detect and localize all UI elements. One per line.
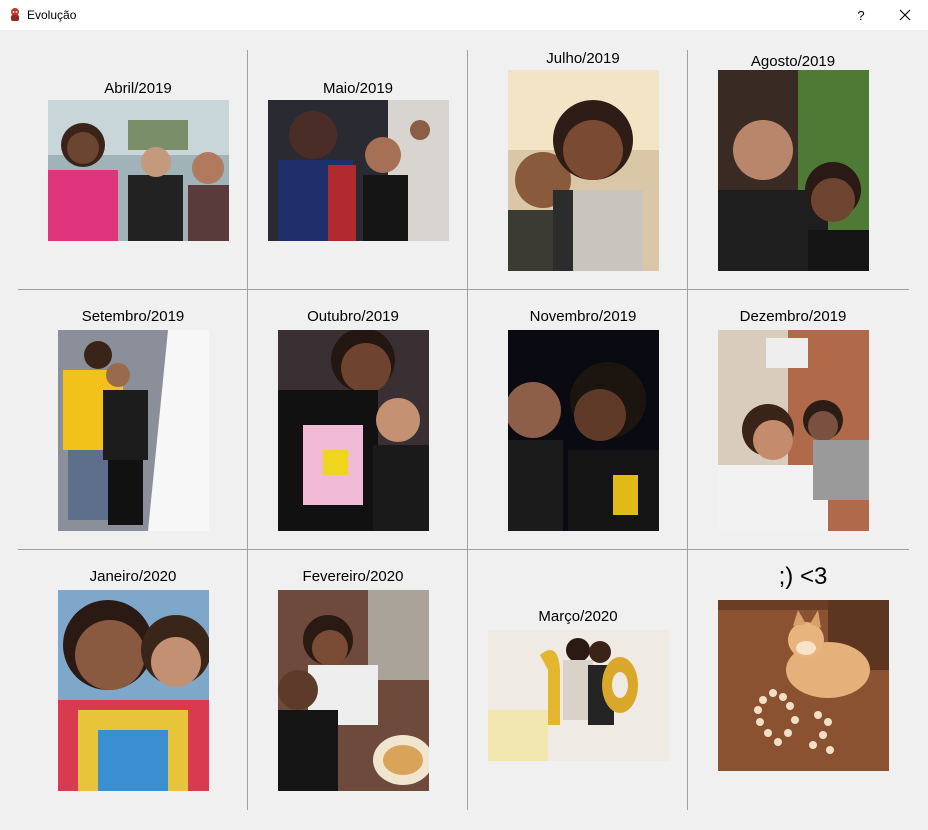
photo-novembro-2019 <box>508 330 659 531</box>
window-title: Evolução <box>27 8 77 22</box>
caption-fevereiro-2020: Fevereiro/2020 <box>302 568 404 585</box>
photo-maio-2019 <box>268 100 449 241</box>
photo-icon <box>58 330 209 531</box>
grid-divider <box>467 50 468 810</box>
caption-setembro-2019: Setembro/2019 <box>81 308 185 325</box>
photo-icon <box>278 590 429 791</box>
close-icon <box>899 9 911 21</box>
photo-setembro-2019 <box>58 330 209 531</box>
photo-marco-2020 <box>488 630 669 761</box>
title-bar: Evolução ? <box>0 0 928 30</box>
app-icon <box>11 8 19 21</box>
grid-divider <box>687 50 688 810</box>
caption-marco-2020: Março/2020 <box>538 608 618 625</box>
photo-fevereiro-2020 <box>278 590 429 791</box>
dog-photo-icon <box>718 600 889 771</box>
caption-dezembro-2019: Dezembro/2019 <box>739 308 847 325</box>
caption-janeiro-2020: Janeiro/2020 <box>89 568 177 585</box>
caption-agosto-2019: Agosto/2019 <box>750 53 836 70</box>
caption-heart-wink: ;) <3 <box>778 563 828 590</box>
photo-icon <box>508 70 659 271</box>
photo-icon <box>278 330 429 531</box>
photo-icon <box>48 100 229 241</box>
photo-icon <box>508 330 659 531</box>
grid-divider <box>247 50 248 810</box>
caption-maio-2019: Maio/2019 <box>322 80 394 97</box>
photo-janeiro-2020 <box>58 590 209 791</box>
caption-julho-2019: Julho/2019 <box>546 50 620 67</box>
photo-icon <box>488 630 669 761</box>
photo-icon <box>718 330 869 531</box>
caption-novembro-2019: Novembro/2019 <box>529 308 637 325</box>
photo-dog <box>718 600 889 771</box>
caption-outubro-2019: Outubro/2019 <box>307 308 399 325</box>
grid-divider <box>18 549 909 550</box>
photo-icon <box>718 70 869 271</box>
photo-icon <box>58 590 209 791</box>
photo-outubro-2019 <box>278 330 429 531</box>
caption-abril-2019: Abril/2019 <box>104 80 172 97</box>
close-button[interactable] <box>882 0 928 30</box>
photo-abril-2019 <box>48 100 229 241</box>
photo-agosto-2019 <box>718 70 869 271</box>
photo-julho-2019 <box>508 70 659 271</box>
photo-dezembro-2019 <box>718 330 869 531</box>
grid-divider <box>18 289 909 290</box>
help-button[interactable]: ? <box>838 0 884 30</box>
photo-icon <box>268 100 449 241</box>
